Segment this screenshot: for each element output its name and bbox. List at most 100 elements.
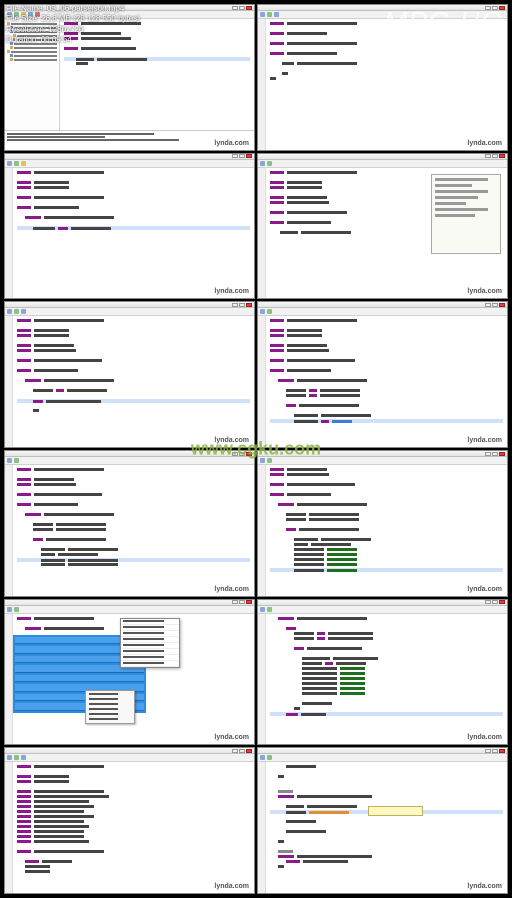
minimize-button[interactable] [485,452,491,456]
toolbar-icon[interactable] [14,309,19,314]
minimize-button[interactable] [232,749,238,753]
toolbar-icon[interactable] [267,458,272,463]
video-watermark: lynda.com [212,140,251,147]
toolbar-icon[interactable] [21,755,26,760]
thumbnail-4[interactable]: lynda.com [4,301,255,448]
toolbar [258,754,507,762]
line-gutter [258,316,266,447]
toolbar [5,754,254,762]
maximize-button[interactable] [239,6,245,10]
code-editor[interactable] [13,316,254,447]
thumbnail-11[interactable]: lynda.com [257,747,508,894]
menu-item[interactable] [86,717,134,722]
video-watermark: lynda.com [212,288,251,295]
thumbnail-2[interactable]: lynda.com [4,153,255,300]
toolbar-icon[interactable] [267,309,272,314]
code-editor[interactable] [13,465,254,596]
minimize-button[interactable] [232,303,238,307]
line-gutter [258,465,266,596]
close-button[interactable] [246,452,252,456]
maximize-button[interactable] [239,154,245,158]
toolbar-icon[interactable] [267,12,272,17]
maximize-button[interactable] [239,600,245,604]
context-submenu[interactable] [120,618,180,668]
minimize-button[interactable] [485,600,491,604]
code-editor[interactable] [13,168,254,299]
code-editor[interactable] [266,465,507,596]
maximize-button[interactable] [492,303,498,307]
maximize-button[interactable] [492,154,498,158]
toolbar-icon[interactable] [260,458,265,463]
toolbar-icon[interactable] [14,161,19,166]
minimize-button[interactable] [232,600,238,604]
close-button[interactable] [246,749,252,753]
tooltip [368,806,423,816]
code-editor[interactable] [13,762,254,893]
maximize-button[interactable] [239,749,245,753]
toolbar-icon[interactable] [260,309,265,314]
minimize-button[interactable] [232,154,238,158]
maximize-button[interactable] [492,600,498,604]
code-editor[interactable] [266,19,507,150]
close-button[interactable] [499,452,505,456]
toolbar-icon[interactable] [267,161,272,166]
toolbar [258,457,507,465]
thumbnail-7[interactable]: lynda.com [257,450,508,597]
thumbnail-3[interactable]: lynda.com [257,153,508,300]
code-editor[interactable] [266,316,507,447]
toolbar-icon[interactable] [274,12,279,17]
toolbar-icon[interactable] [7,161,12,166]
close-button[interactable] [499,749,505,753]
toolbar-icon[interactable] [14,458,19,463]
thumbnail-6[interactable]: lynda.com [4,450,255,597]
toolbar-icon[interactable] [267,755,272,760]
line-gutter [5,465,13,596]
toolbar [258,308,507,316]
close-button[interactable] [499,303,505,307]
toolbar-icon[interactable] [7,607,12,612]
minimize-button[interactable] [232,452,238,456]
toolbar-icon[interactable] [260,607,265,612]
thumbnail-5[interactable]: lynda.com [257,301,508,448]
thumbnail-10[interactable]: lynda.com [4,747,255,894]
line-gutter [258,762,266,893]
toolbar-icon[interactable] [7,309,12,314]
maximize-button[interactable] [239,303,245,307]
toolbar-icon[interactable] [7,755,12,760]
toolbar-icon[interactable] [21,161,26,166]
video-watermark: lynda.com [465,140,504,147]
maximize-button[interactable] [492,452,498,456]
toolbar [5,457,254,465]
close-button[interactable] [246,154,252,158]
thumbnail-9[interactable]: lynda.com [257,599,508,746]
toolbar-icon[interactable] [260,12,265,17]
maximize-button[interactable] [492,749,498,753]
toolbar-icon[interactable] [7,458,12,463]
minimize-button[interactable] [485,154,491,158]
toolbar [258,160,507,168]
minimize-button[interactable] [232,6,238,10]
code-editor[interactable] [266,614,507,745]
toolbar-icon[interactable] [14,755,19,760]
toolbar-icon[interactable] [260,755,265,760]
close-button[interactable] [246,6,252,10]
code-editor[interactable] [266,762,507,893]
context-menu[interactable] [85,690,135,724]
minimize-button[interactable] [485,749,491,753]
close-button[interactable] [499,154,505,158]
close-button[interactable] [499,600,505,604]
close-button[interactable] [246,600,252,604]
video-watermark: lynda.com [465,734,504,741]
maximize-button[interactable] [239,452,245,456]
minimize-button[interactable] [485,303,491,307]
toolbar-icon[interactable] [260,161,265,166]
toolbar-icon[interactable] [21,309,26,314]
line-gutter [258,168,266,299]
video-watermark: lynda.com [212,437,251,444]
thumbnail-8[interactable]: lynda.com [4,599,255,746]
autocomplete-popup[interactable] [431,174,501,254]
video-watermark: lynda.com [465,288,504,295]
close-button[interactable] [246,303,252,307]
toolbar-icon[interactable] [14,607,19,612]
toolbar-icon[interactable] [267,607,272,612]
